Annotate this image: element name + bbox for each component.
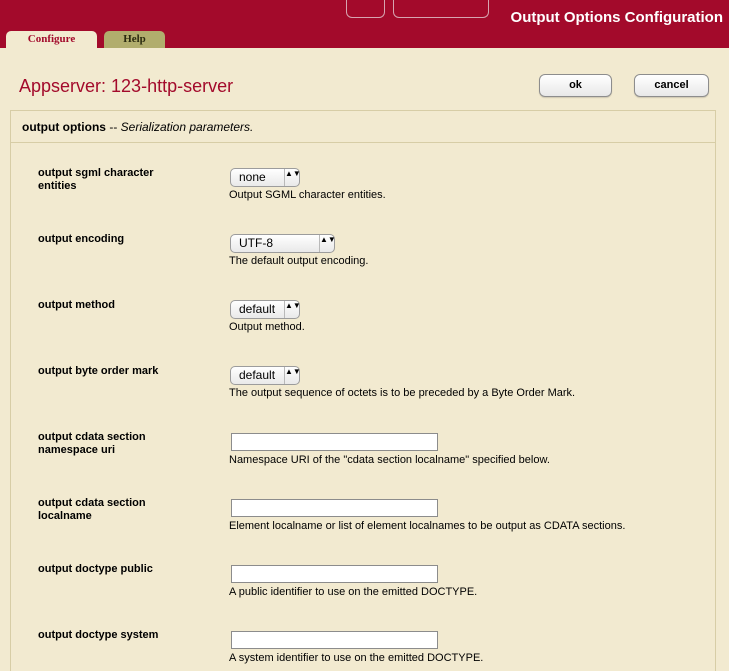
tab-help[interactable]: Help <box>104 31 165 48</box>
method-select[interactable]: default ▲▼ <box>230 300 301 319</box>
header-bar: Output Options Configuration Configure H… <box>0 0 729 48</box>
tab-configure[interactable]: Configure <box>6 31 97 48</box>
header-title: Output Options Configuration <box>510 9 723 26</box>
cdata-namespace-label-line2: namespace uri <box>38 444 116 456</box>
encoding-value: UTF-8 <box>239 236 273 250</box>
sgml-entities-select[interactable]: none ▲▼ <box>230 168 301 187</box>
bom-select[interactable]: default ▲▼ <box>230 366 301 385</box>
doctype-public-input[interactable] <box>231 565 438 583</box>
updown-arrows-icon: ▲▼ <box>284 301 301 318</box>
updown-arrows-icon: ▲▼ <box>284 169 301 186</box>
cdata-localname-description: Element localname or list of element loc… <box>229 520 626 532</box>
sgml-entities-description: Output SGML character entities. <box>229 189 386 201</box>
section-header: output options -- Serialization paramete… <box>11 111 715 143</box>
section-separator: -- <box>105 120 121 134</box>
cdata-namespace-description: Namespace URI of the "cdata section loca… <box>229 454 550 466</box>
cdata-localname-label-line2: localname <box>38 510 92 522</box>
doctype-public-description: A public identifier to use on the emitte… <box>229 586 478 598</box>
header-tab-stub[interactable] <box>346 0 385 18</box>
sgml-entities-value: none <box>239 170 266 184</box>
bom-value: default <box>239 368 276 382</box>
doctype-public-label: output doctype public <box>38 563 153 575</box>
ok-button[interactable]: ok <box>539 74 612 97</box>
method-description: Output method. <box>229 321 305 333</box>
page-title: Appserver: 123-http-server <box>19 76 234 96</box>
cdata-localname-label-line1: output cdata section <box>38 497 146 509</box>
doctype-system-input[interactable] <box>231 631 438 649</box>
encoding-select[interactable]: UTF-8 ▲▼ <box>230 234 336 253</box>
section-title: output options <box>22 120 106 134</box>
cdata-namespace-input[interactable] <box>231 433 438 451</box>
sgml-entities-label: output sgml character entities <box>38 167 154 192</box>
cdata-localname-input[interactable] <box>231 499 438 517</box>
bom-label: output byte order mark <box>38 365 159 377</box>
cdata-localname-label: output cdata section localname <box>38 497 188 523</box>
encoding-label: output encoding <box>38 233 125 245</box>
encoding-description: The default output encoding. <box>229 255 369 267</box>
doctype-system-description: A system identifier to use on the emitte… <box>229 652 484 664</box>
doctype-system-label: output doctype system <box>38 629 159 641</box>
cdata-namespace-label: output cdata section namespace uri <box>38 431 188 457</box>
header-tab-stub[interactable] <box>393 0 489 18</box>
section-description: Serialization parameters. <box>120 120 254 134</box>
cdata-namespace-label-line1: output cdata section <box>38 431 146 443</box>
bom-description: The output sequence of octets is to be p… <box>229 387 576 399</box>
method-value: default <box>239 302 276 316</box>
cancel-button[interactable]: cancel <box>634 74 709 97</box>
updown-arrows-icon: ▲▼ <box>319 235 336 252</box>
updown-arrows-icon: ▲▼ <box>284 367 301 384</box>
method-label: output method <box>38 299 115 311</box>
